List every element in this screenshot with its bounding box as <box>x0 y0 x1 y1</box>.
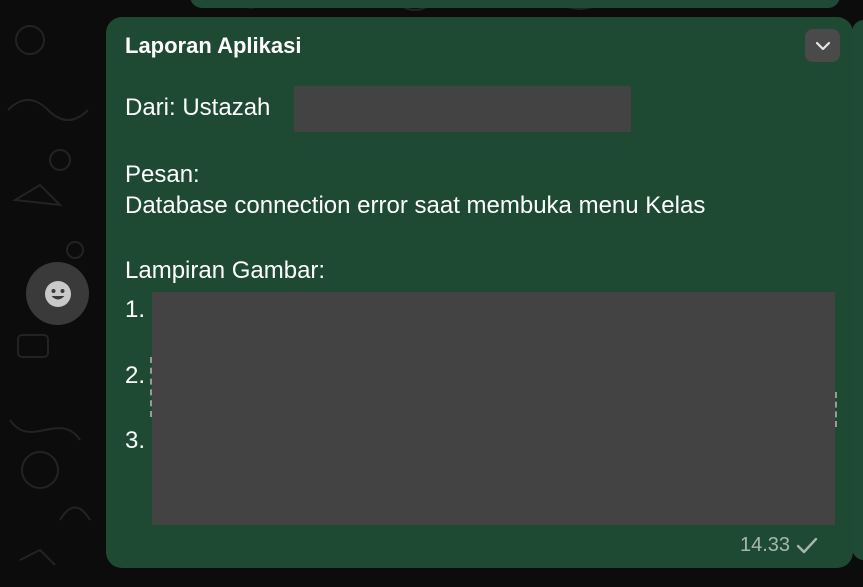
redacted-sender-name <box>294 86 631 132</box>
message-title: Laporan Aplikasi <box>125 33 302 58</box>
chat-background: Laporan Aplikasi Dari: Ustazah Pesan: Da… <box>0 0 863 587</box>
emoji-smile-icon <box>44 280 71 307</box>
message-meta: 14.33 <box>740 534 818 557</box>
previous-message-bubble <box>190 0 840 8</box>
react-emoji-button[interactable] <box>26 262 89 325</box>
attachment-number-3: 3. <box>125 427 146 454</box>
sender-line: Dari: Ustazah <box>125 94 271 121</box>
checkmark-icon <box>796 537 818 553</box>
dashed-divider-right <box>835 392 837 427</box>
attachment-number-1: 1. <box>125 296 146 323</box>
redacted-attachment-links <box>152 292 835 525</box>
attachments-label: Lampiran Gambar: <box>125 257 326 284</box>
chevron-down-icon <box>815 41 830 50</box>
message-time: 14.33 <box>740 534 791 556</box>
message-menu-button[interactable] <box>805 29 840 62</box>
adjacent-message-bubble-edge <box>852 20 863 560</box>
message-bubble[interactable]: Laporan Aplikasi Dari: Ustazah Pesan: Da… <box>106 17 853 568</box>
attachment-number-2: 2. <box>125 362 146 389</box>
message-label: Pesan: <box>125 161 200 188</box>
message-body: Database connection error saat membuka m… <box>125 192 706 219</box>
